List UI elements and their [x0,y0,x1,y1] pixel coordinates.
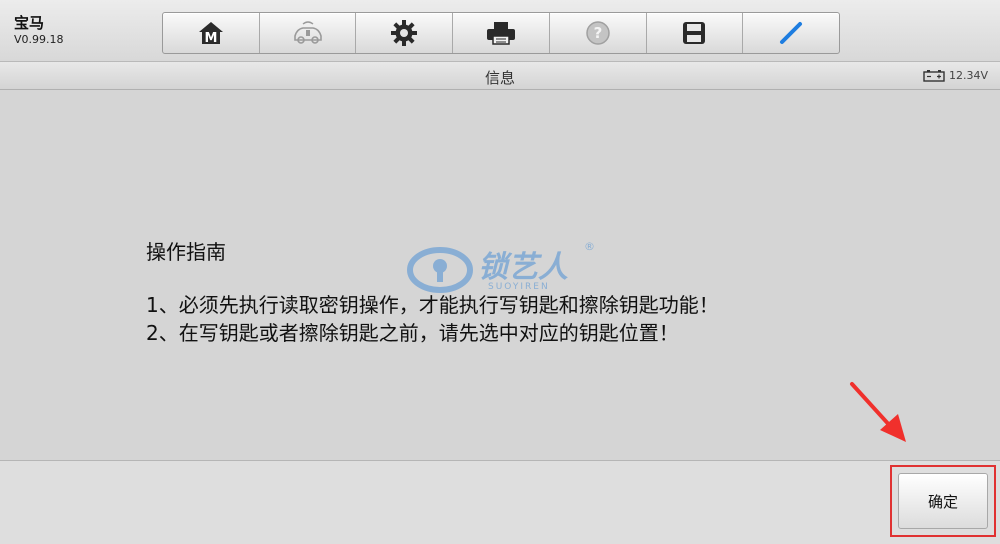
page-title: 信息 [484,69,515,87]
annotation-arrow-icon [850,382,906,442]
edit-button[interactable] [743,13,839,53]
app-version: V0.99.18 [14,33,64,46]
settings-button[interactable] [356,13,454,53]
help-icon: ? [585,21,610,45]
settings-icon [391,20,418,46]
guide-title: 操作指南 [146,240,226,264]
svg-text:?: ? [593,24,602,42]
svg-text:M: M [204,31,217,46]
vehicle-make: 宝马 [14,14,45,32]
bottom-bar: 确定 [0,460,1000,544]
vehicle-button[interactable] [260,13,357,53]
vehicle-icon [293,21,322,44]
home-icon: M [198,22,223,46]
save-icon [683,22,706,44]
title-bar: 信息 12.34V [0,62,1000,90]
print-button[interactable] [453,13,550,53]
pen-icon [780,22,803,44]
voltage-value: 12.34V [948,69,988,82]
home-button[interactable]: M [163,13,260,53]
toolbar: M ? [162,12,840,54]
save-button[interactable] [647,13,744,53]
top-bar: 宝马 V0.99.18 M ? [0,0,1000,62]
brand: 宝马 V0.99.18 [14,14,64,46]
guide-line-1: 1、必须先执行读取密钥操作，才能执行写钥匙和擦除钥匙功能！ [146,293,719,317]
battery-voltage: 12.34V [923,69,988,82]
print-icon [487,22,516,45]
help-button[interactable]: ? [550,13,647,53]
operation-guide: 操作指南 1、必须先执行读取密钥操作，才能执行写钥匙和擦除钥匙功能！ 2、在写钥… [146,236,719,347]
guide-line-2: 2、在写钥匙或者擦除钥匙之前，请先选中对应的钥匙位置！ [146,321,679,345]
confirm-button[interactable]: 确定 [898,473,988,529]
confirm-highlight: 确定 [890,465,996,537]
battery-icon [923,70,945,82]
